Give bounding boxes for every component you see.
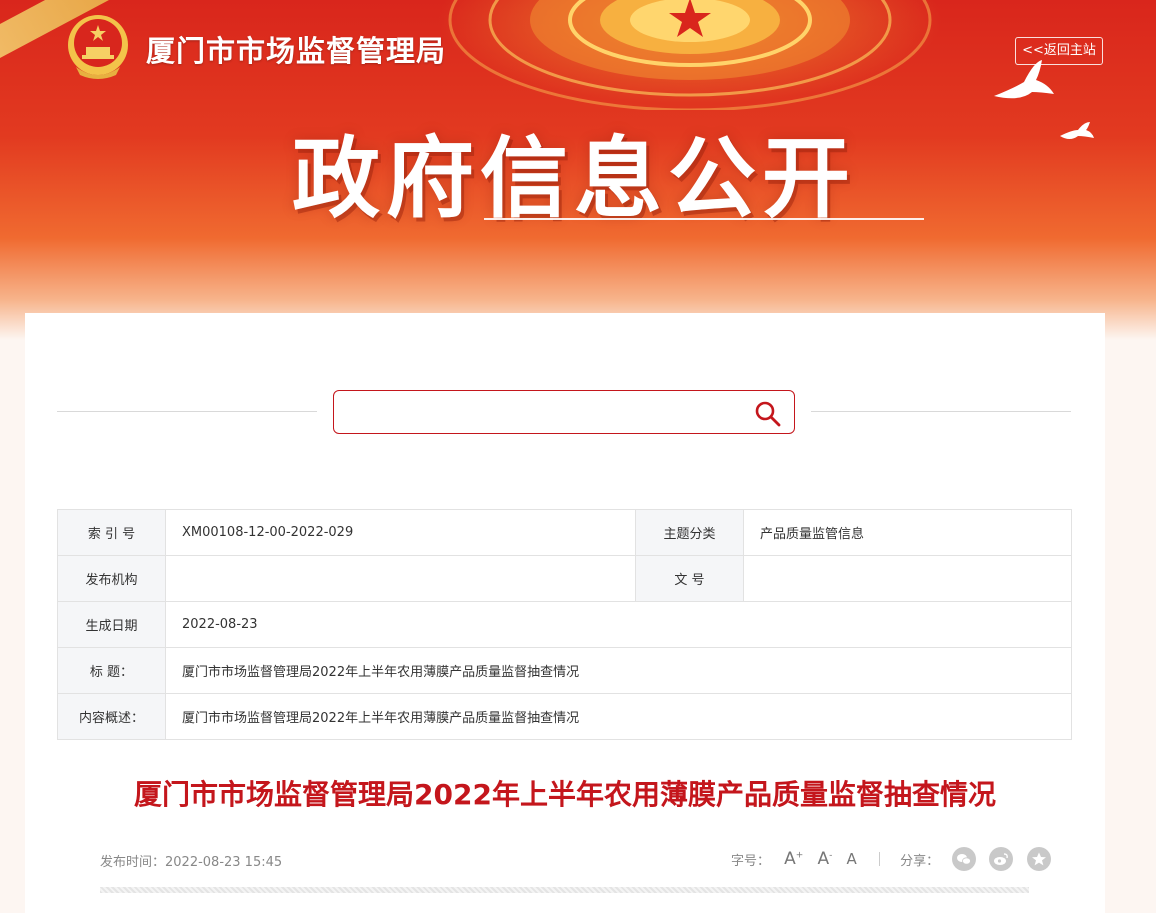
summary-value: 厦门市市场监督管理局2022年上半年农用薄膜产品质量监督抽查情况 [165, 693, 1072, 740]
site-title: 厦门市市场监督管理局 [146, 34, 447, 68]
search-icon[interactable] [754, 400, 782, 428]
sunburst-decoration [448, 0, 932, 110]
header-banner: 厦门市市场监督管理局 <<返回主站 政府信息公开 [0, 0, 1156, 340]
font-decrease-button[interactable]: A- [817, 849, 832, 869]
publish-time: 发布时间：2022-08-23 15:45 [100, 855, 283, 870]
divider-line [57, 411, 317, 412]
font-size-label: 字号： [731, 853, 771, 869]
table-row: 索 引 号 XM00108-12-00-2022-029 主题分类 产品质量监管… [57, 509, 1072, 556]
date-value: 2022-08-23 [165, 601, 1072, 648]
doc-no-label: 文 号 [635, 555, 744, 602]
topic-value: 产品质量监管信息 [743, 509, 1072, 556]
index-no-label: 索 引 号 [57, 509, 166, 556]
doc-no-value [743, 555, 1072, 602]
summary-label: 内容概述： [57, 693, 166, 740]
dove-icon [994, 60, 1054, 99]
title-value: 厦门市市场监督管理局2022年上半年农用薄膜产品质量监督抽查情况 [165, 647, 1072, 694]
search-box [333, 390, 795, 434]
topic-label: 主题分类 [635, 509, 744, 556]
metadata-table: 索 引 号 XM00108-12-00-2022-029 主题分类 产品质量监管… [57, 509, 1072, 740]
index-no-value: XM00108-12-00-2022-029 [165, 509, 636, 556]
font-increase-button[interactable]: A+ [784, 849, 803, 869]
table-row: 生成日期 2022-08-23 [57, 601, 1072, 648]
publisher-value [165, 555, 636, 602]
title-label: 标 题： [57, 647, 166, 694]
content-divider [100, 887, 1029, 893]
table-row: 发布机构 文 号 [57, 555, 1072, 602]
national-emblem-icon [68, 15, 128, 79]
wechat-icon[interactable] [952, 847, 977, 871]
weibo-icon[interactable] [989, 847, 1014, 871]
divider-line [811, 411, 1071, 412]
tools-separator [878, 852, 880, 866]
table-row: 内容概述： 厦门市市场监督管理局2022年上半年农用薄膜产品质量监督抽查情况 [57, 693, 1072, 740]
table-row: 标 题： 厦门市市场监督管理局2022年上半年农用薄膜产品质量监督抽查情况 [57, 647, 1072, 694]
banner-title: 政府信息公开 [292, 127, 857, 230]
article-title: 厦门市市场监督管理局2022年上半年农用薄膜产品质量监督抽查情况 [134, 778, 996, 811]
banner-underline [484, 218, 924, 220]
search-input[interactable] [342, 397, 736, 429]
dove-icon [1060, 122, 1094, 139]
content-card: 索 引 号 XM00108-12-00-2022-029 主题分类 产品质量监管… [25, 313, 1105, 913]
font-reset-button[interactable]: A [847, 850, 857, 868]
publisher-label: 发布机构 [57, 555, 166, 602]
date-label: 生成日期 [57, 601, 166, 648]
share-label: 分享： [900, 853, 940, 869]
star-icon[interactable] [1026, 847, 1051, 871]
article-tools: 字号： A+ A- A 分享： [731, 847, 1051, 875]
